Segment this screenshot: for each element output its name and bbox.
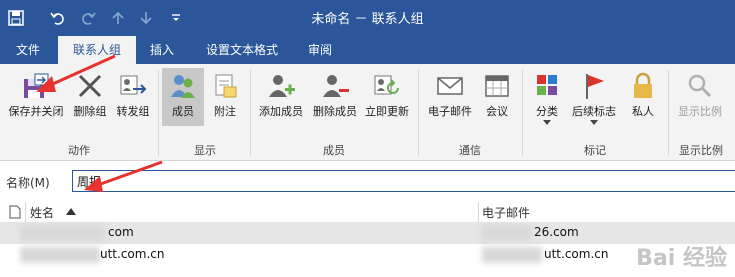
annotation-arrow — [36, 54, 116, 92]
annotation-arrow — [84, 160, 163, 192]
annotation-arrows — [36, 54, 163, 192]
